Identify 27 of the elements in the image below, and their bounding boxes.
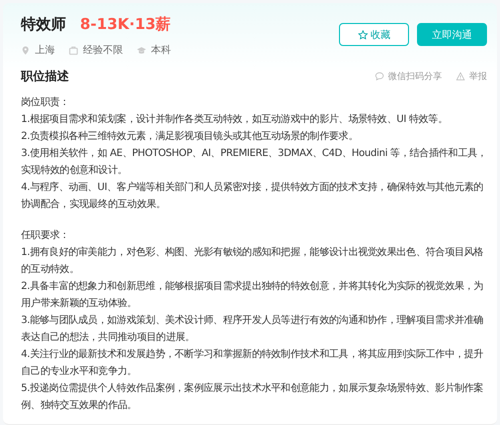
- section-heading: 任职要求：: [21, 228, 70, 243]
- description-paragraph: 4.与程序、动画、UI、客户端等相关部门和人员紧密对接，提供特效方面的技术支持，确保特效与其他元素的协调配合，实现最终的互动效果。: [21, 180, 484, 212]
- description-paragraph: 3.使用相关软件，如 AE、PHOTOSHOP、AI、PREMIERE、3DMAX、C4D、Houdini 等，结合插件和工具，实现特效的创意和设计。: [21, 146, 487, 178]
- report-link[interactable]: 举报: [456, 70, 487, 83]
- description-paragraph: 5.投递岗位需提供个人特效作品案例，案例应展示出技术水平和创意能力，如展示复杂场景特效、影片制作案例、独特交互效果的作品。: [21, 382, 484, 413]
- section-heading: 岗位职责：: [21, 96, 70, 110]
- location-text: 上海: [35, 44, 55, 57]
- section-title: 职位描述: [21, 68, 69, 85]
- chat-now-button[interactable]: 立即沟通: [417, 23, 487, 46]
- experience-text: 经验不限: [83, 44, 123, 57]
- warning-icon: [456, 72, 465, 81]
- briefcase-icon: [69, 46, 78, 54]
- description-paragraph: 3.能够与团队成员，如游戏策划、美术设计师、程序开发人员等进行有效的沟通和协作，理解项目需求并准确表达自己的想法，共同推动项目的进展。: [21, 314, 484, 345]
- description-paragraph: 4.关注行业的最新技术和发展趋势，不断学习和掌握新的特效制作技术和工具，将其应用到实际工作中，提升自己的专业水平和竞争力。: [21, 348, 484, 379]
- description-paragraph: 2.负责模拟各种三维特效元素，满足影视项目镜头或其他互动场景的制作要求。: [21, 130, 359, 144]
- description-paragraph: 2.具备丰富的想象力和创新思维，能够根据项目需求提出独特的特效创意，并将其转化为实际的视觉效果，为用户带来新颖的互动体验。: [21, 280, 484, 311]
- share-link[interactable]: 微信扫码分享: [375, 70, 442, 83]
- graduation-cap-icon: [137, 46, 146, 54]
- chat-bubble-icon: [375, 72, 384, 81]
- location-pin-icon: [21, 46, 30, 54]
- star-icon: [358, 30, 368, 40]
- description-paragraph: 1.拥有良好的审美能力，对色彩、构图、光影有敏锐的感知和把握，能够设计出视觉效果出色、符合项目风格的互动特效。: [21, 246, 484, 277]
- favorite-button[interactable]: 收藏: [339, 23, 409, 46]
- salary: 8-13K·13薪: [80, 15, 171, 34]
- description-paragraph: 1.根据项目需求和策划案，设计并制作各类互动特效，如互动游戏中的影片、场景特效、UI 特效等。: [21, 112, 449, 127]
- job-title: 特效师: [21, 15, 66, 34]
- degree-text: 本科: [151, 44, 171, 57]
